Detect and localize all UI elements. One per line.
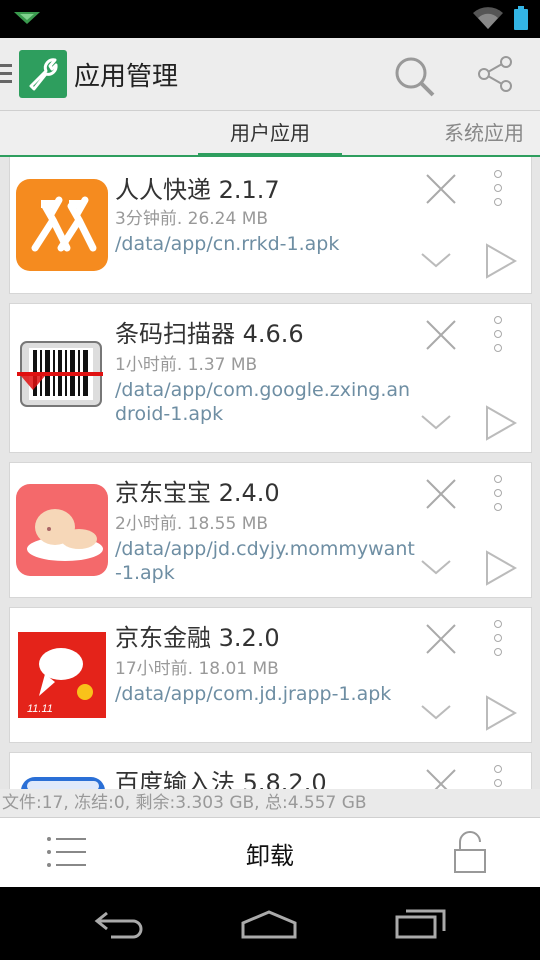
- more-icon[interactable]: [494, 765, 502, 789]
- tab-label: 系统应用: [444, 121, 524, 145]
- page-title: 应用管理: [74, 62, 179, 92]
- action-bar: 应用管理: [0, 38, 540, 111]
- close-icon[interactable]: [424, 767, 458, 789]
- notification-icon: [14, 12, 40, 24]
- share-icon[interactable]: [476, 54, 516, 94]
- bottom-toolbar: 卸载: [0, 817, 540, 888]
- chevron-down-icon[interactable]: [420, 557, 452, 577]
- list-item[interactable]: 人人快递 2.1.7 3分钟前. 26.24 MB /data/app/cn.r…: [9, 157, 532, 294]
- app-path: /data/app/cn.rrkd-1.apk: [115, 233, 340, 255]
- menu-icon[interactable]: [0, 64, 12, 84]
- recent-apps-icon[interactable]: [394, 905, 448, 941]
- app-meta: 17小时前. 18.01 MB: [115, 659, 279, 679]
- app-meta: 1小时前. 1.37 MB: [115, 355, 258, 375]
- list-icon[interactable]: [46, 834, 86, 870]
- tab-system-apps[interactable]: 系统应用: [444, 111, 524, 157]
- play-icon[interactable]: [484, 404, 518, 442]
- close-icon[interactable]: [424, 477, 458, 511]
- close-icon[interactable]: [424, 622, 458, 656]
- app-path: /data/app/com.jd.jrapp-1.apk: [115, 683, 392, 705]
- more-icon[interactable]: [494, 170, 502, 212]
- tab-label: 用户应用: [230, 121, 310, 145]
- chevron-down-icon[interactable]: [420, 702, 452, 722]
- search-icon[interactable]: [392, 54, 436, 98]
- chevron-down-icon[interactable]: [420, 250, 452, 270]
- back-icon[interactable]: [93, 909, 147, 939]
- tab-bar: 用户应用 系统应用: [0, 111, 540, 157]
- tab-user-apps[interactable]: 用户应用: [198, 111, 342, 157]
- status-bar: [0, 0, 540, 38]
- wrench-icon: [29, 58, 58, 91]
- app-name: 京东金融 3.2.0: [115, 624, 280, 652]
- navigation-bar: [0, 887, 540, 960]
- play-icon[interactable]: [484, 242, 518, 280]
- app-path: /data/app/com.google.zxing.android-1.apk: [115, 379, 411, 425]
- battery-icon: [514, 6, 528, 30]
- list-item[interactable]: 百度输入法 5.8.2.0: [9, 752, 532, 789]
- app-name: 京东宝宝 2.4.0: [115, 479, 280, 507]
- app-meta: 3分钟前. 26.24 MB: [115, 209, 269, 229]
- app-list[interactable]: 人人快递 2.1.7 3分钟前. 26.24 MB /data/app/cn.r…: [0, 157, 540, 789]
- app-meta: 2小时前. 18.55 MB: [115, 514, 269, 534]
- home-icon[interactable]: [240, 909, 298, 939]
- app-logo-icon[interactable]: [19, 50, 67, 98]
- app-icon-barcode-scanner: [17, 341, 103, 407]
- app-path: /data/app/jd.cdyjy.mommywant-1.apk: [115, 538, 415, 584]
- list-item[interactable]: 11.11 京东金融 3.2.0 17小时前. 18.01 MB /data/a…: [9, 607, 532, 743]
- app-icon-baidu-input: [21, 777, 105, 789]
- app-name: 人人快递 2.1.7: [115, 176, 280, 204]
- more-icon[interactable]: [494, 475, 502, 517]
- list-item[interactable]: 京东宝宝 2.4.0 2小时前. 18.55 MB /data/app/jd.c…: [9, 462, 532, 598]
- more-icon[interactable]: [494, 620, 502, 662]
- uninstall-button[interactable]: 卸载: [210, 836, 330, 871]
- jd-finance-badge-text: 11.11: [27, 703, 53, 715]
- app-icon-rrkd: [16, 179, 108, 271]
- list-item[interactable]: 条码扫描器 4.6.6 1小时前. 1.37 MB /data/app/com.…: [9, 303, 532, 453]
- app-name: 条码扫描器 4.6.6: [115, 320, 304, 348]
- close-icon[interactable]: [424, 172, 458, 206]
- chevron-down-icon[interactable]: [420, 412, 452, 432]
- unlock-icon[interactable]: [452, 830, 488, 874]
- app-icon-jd-finance: 11.11: [18, 632, 106, 718]
- wifi-icon: [473, 7, 503, 29]
- play-icon[interactable]: [484, 549, 518, 587]
- play-icon[interactable]: [484, 694, 518, 732]
- app-icon-jd-baby: [16, 484, 108, 576]
- storage-stats: 文件:17, 冻结:0, 剩余:3.303 GB, 总:4.557 GB: [0, 789, 540, 817]
- more-icon[interactable]: [494, 316, 502, 358]
- close-icon[interactable]: [424, 318, 458, 352]
- app-name: 百度输入法 5.8.2.0: [115, 769, 327, 789]
